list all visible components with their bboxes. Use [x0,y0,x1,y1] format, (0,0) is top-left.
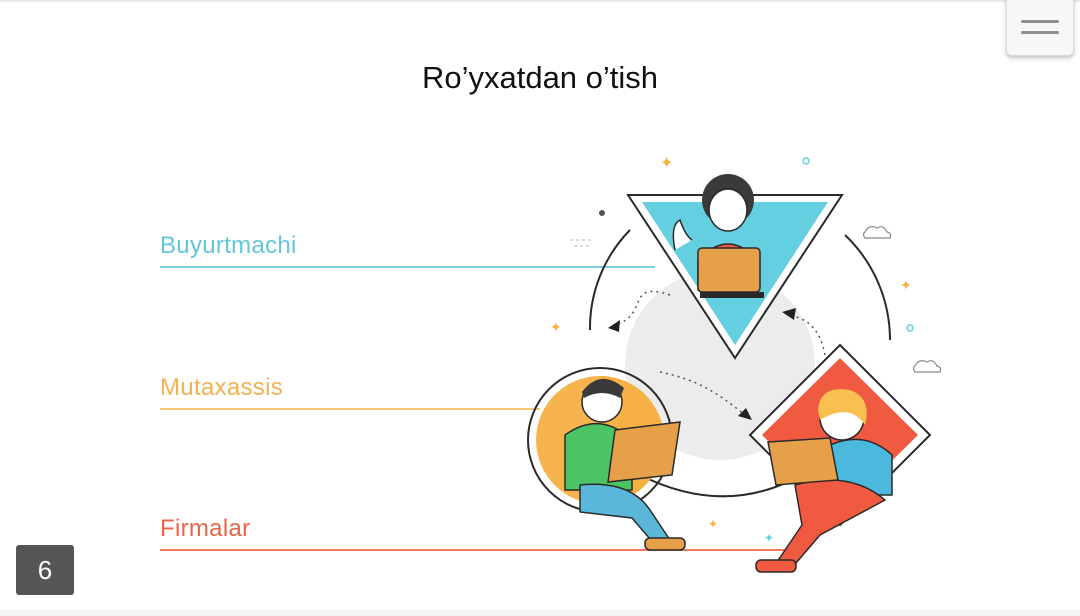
dot-icon [802,157,810,165]
page-title: Ro’yxatdan o’tish [421,60,659,95]
page-number-badge: 6 [16,545,74,595]
dot-icon [906,324,914,332]
bottom-band [0,610,1080,616]
connector-arc [844,234,891,341]
user-legs [579,483,672,547]
cloud-icon [912,360,942,373]
sparkle-icon: ✦ [764,531,774,545]
sparkle-icon: ✦ [708,517,718,531]
sparkle-icon: ✦ [900,278,912,294]
laptop [697,247,761,293]
dot-icon [599,210,605,216]
sparkle-icon: ✦ [660,153,673,172]
slide: Ro’yxatdan o’tish Buyurtmachi Mutaxassis… [0,0,1080,616]
role-label: Mutaxassis [160,374,284,401]
user-face [708,188,748,232]
hamburger-menu-icon [1021,20,1059,23]
cloud-icon [862,226,892,239]
connector-arc [588,229,631,331]
role-mutaxassis: Mutaxassis [160,374,540,410]
role-underline [160,408,540,410]
user-legs [773,479,887,571]
laptop [607,421,681,483]
shoe [644,537,686,551]
hamburger-bar [1021,31,1059,34]
three-users-with-laptops-illustration: ✦ ✦ ✦ ✦ ✦ [527,153,942,573]
sparkle-icon: ✦ [550,320,562,336]
laptop [767,437,839,486]
shoe [755,559,797,573]
laptop-base [700,292,764,298]
arrow-head [608,320,620,332]
top-divider [0,0,1080,2]
menu-button[interactable] [1006,0,1074,56]
